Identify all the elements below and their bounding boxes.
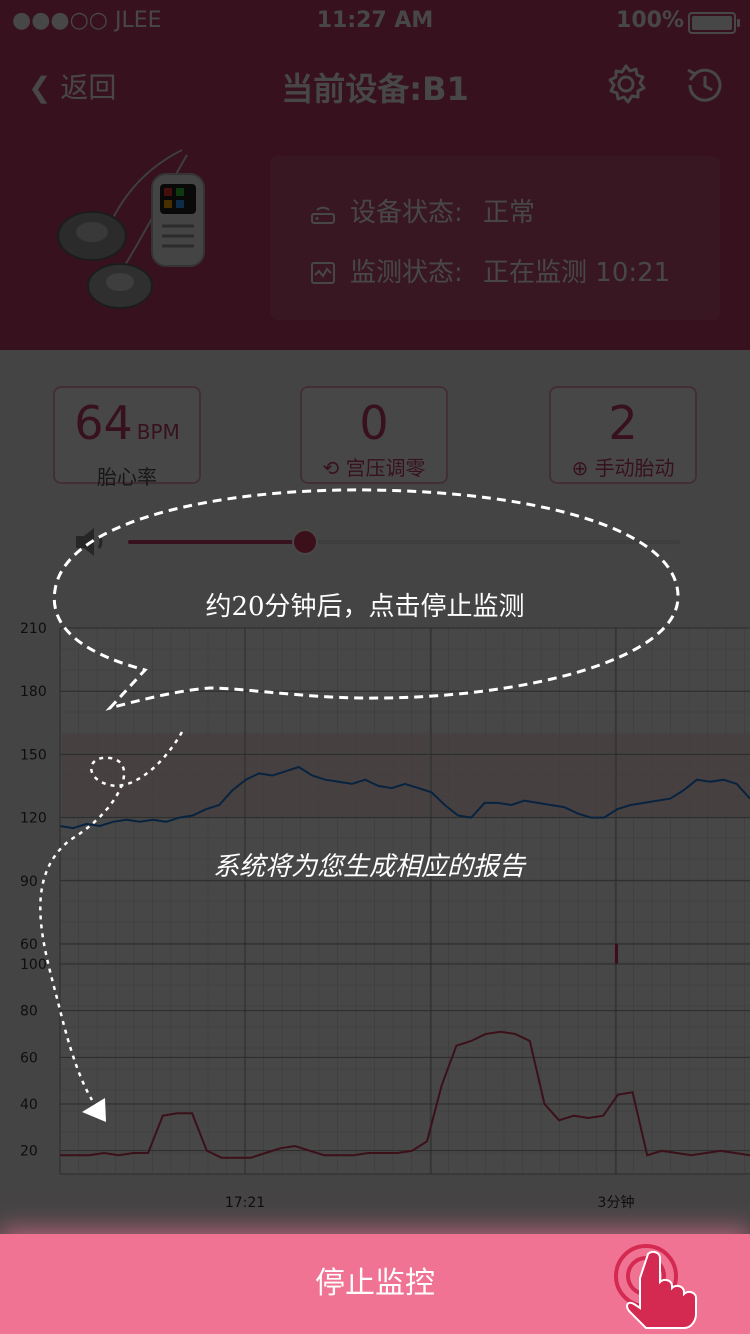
- fetal-movement-button[interactable]: 2 ⊕ 手动胎动: [549, 386, 697, 484]
- heart-rate-box: 64 BPM 胎心率: [53, 386, 201, 489]
- device-status-row: 设备状态: 正常: [310, 192, 535, 229]
- toco-y-tick: 40: [20, 1097, 38, 1113]
- tap-hand-icon: [614, 1244, 697, 1329]
- volume-knob[interactable]: [291, 529, 318, 555]
- toco-y-tick: 60: [20, 1050, 38, 1066]
- x-tick-label: 17:21: [225, 1195, 265, 1211]
- heart-rate-unit: BPM: [136, 420, 180, 444]
- monitor-status-row: 监测状态: 正在监测 10:21: [310, 252, 670, 289]
- history-icon[interactable]: [682, 62, 728, 108]
- device-status-label: 设备状态:: [350, 198, 463, 228]
- reset-icon: ⟲: [322, 456, 340, 480]
- toco-y-tick: 20: [20, 1144, 38, 1160]
- device-status-card: 设备状态: 正常 监测状态: 正在监测 10:21: [270, 156, 720, 320]
- heart-rate-value: 64: [74, 396, 133, 450]
- toco-y-tick: 80: [20, 1004, 38, 1020]
- monitor-status-value: 正在监测 10:21: [483, 258, 671, 288]
- battery-percent: 100%: [616, 8, 684, 33]
- heart-rate-label: 胎心率: [97, 465, 157, 489]
- volume-fill: [128, 540, 305, 544]
- toco-zero-button[interactable]: 0 ⟲ 宫压调零: [300, 386, 448, 484]
- fetal-movement-value: 2: [608, 396, 638, 450]
- toco-y-tick: 100: [20, 957, 47, 973]
- guide-bubble-text: 约20分钟后，点击停止监测: [205, 592, 525, 622]
- toco-value: 0: [359, 396, 389, 450]
- battery-icon: [688, 12, 740, 34]
- gear-icon[interactable]: [604, 62, 648, 106]
- fhr-normal-band: [62, 734, 750, 818]
- fhr-y-tick: 150: [20, 747, 47, 763]
- monitor-wave-icon: [311, 262, 335, 284]
- fhr-y-tick: 180: [20, 684, 47, 700]
- plus-circle-icon: ⊕: [571, 456, 589, 480]
- speaker-icon[interactable]: [72, 524, 112, 560]
- guide-report-text: 系统将为您生成相应的报告: [212, 852, 525, 882]
- fhr-y-tick: 120: [20, 811, 47, 827]
- router-icon: [311, 206, 335, 224]
- x-tick-label: 3分钟: [598, 1194, 635, 1211]
- nav-bar: ❮ 返回 当前设备:B1: [0, 40, 750, 128]
- fhr-y-tick: 210: [20, 621, 47, 637]
- monitor-status-label: 监测状态:: [350, 258, 463, 288]
- status-bar: ●●●○○ JLEE 11:27 AM 100%: [0, 0, 750, 40]
- fetal-movement-label: 手动胎动: [594, 456, 675, 480]
- device-status-value: 正常: [483, 198, 536, 228]
- device-image: [57, 149, 205, 309]
- monitor-charts: 21018015012090601008060402017:21 3分钟: [20, 621, 750, 1211]
- toco-zero-label: 宫压调零: [345, 456, 426, 480]
- fhr-y-tick: 60: [20, 937, 38, 953]
